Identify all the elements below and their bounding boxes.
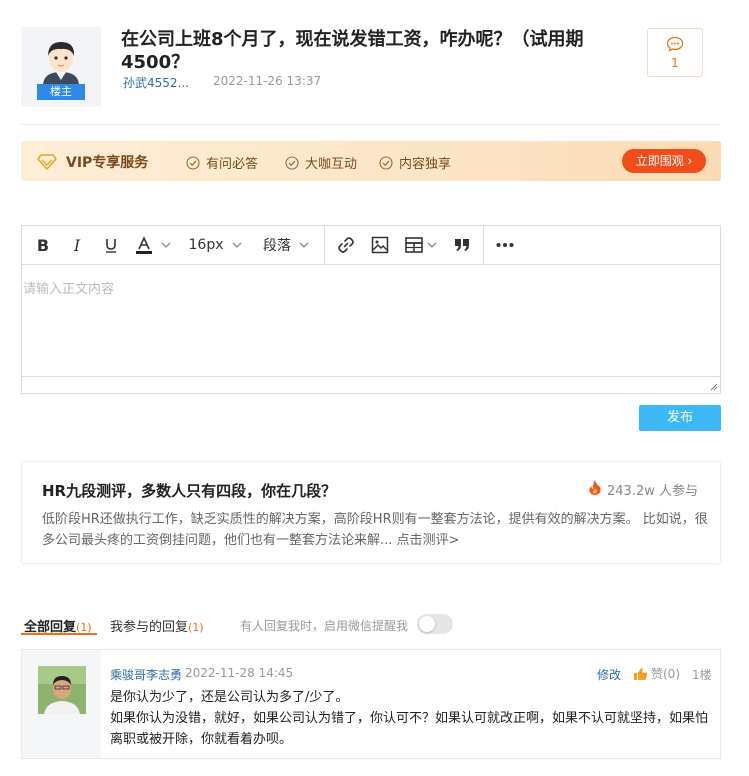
- resize-handle-icon[interactable]: [708, 381, 718, 391]
- table-icon: [405, 237, 423, 253]
- quote-icon: [455, 239, 469, 251]
- reply-line: 是你认为少了，还是公司认为多了/少了。: [110, 690, 349, 705]
- font-color-icon: [136, 236, 152, 254]
- post-author[interactable]: 孙武4552...: [123, 74, 189, 91]
- toggle-knob: [419, 616, 435, 632]
- bold-button[interactable]: B: [28, 226, 58, 264]
- editor-footer-line: [22, 376, 720, 377]
- tab-mine-count: (1): [188, 621, 204, 634]
- editor-placeholder: 请输入正文内容: [23, 282, 115, 297]
- paragraph-select[interactable]: 段落: [254, 226, 318, 264]
- vip-feature-3: 内容独享: [379, 153, 451, 172]
- toolbar-separator: [324, 226, 325, 264]
- more-icon: [496, 243, 514, 247]
- vip-diamond-icon: [37, 154, 57, 170]
- underline-icon: [106, 239, 116, 253]
- italic-button[interactable]: I: [62, 226, 92, 264]
- link-button[interactable]: [330, 226, 362, 264]
- post-time: 2022-11-26 13:37: [213, 74, 322, 88]
- check-circle-icon: [285, 155, 299, 170]
- tab-mine-label: 我参与的回复: [110, 620, 189, 635]
- author-avatar[interactable]: [37, 36, 85, 86]
- reply-floor-number: 1楼: [692, 668, 712, 682]
- edit-reply-link[interactable]: 修改: [597, 666, 621, 683]
- chevron-down-icon: [161, 242, 171, 248]
- editor-content-area[interactable]: [22, 266, 720, 376]
- reply-author-name[interactable]: 乘骏哥李志勇: [110, 666, 182, 683]
- editor-toolbar: B I 16px 段落: [22, 226, 720, 265]
- underline-button[interactable]: [96, 226, 126, 264]
- font-size-select[interactable]: 16px: [184, 226, 246, 264]
- wechat-reminder-label: 有人回复我时，启用微信提醒我: [240, 619, 409, 633]
- font-size-value: 16px: [188, 237, 224, 253]
- quote-button[interactable]: [446, 226, 478, 264]
- tab-my-replies[interactable]: 我参与的回复(1): [110, 616, 204, 635]
- more-button[interactable]: [489, 226, 521, 264]
- chevron-down-icon: [299, 242, 309, 248]
- image-icon: [371, 236, 389, 254]
- assessment-title[interactable]: HR九段测评，多数人只有四段，你在几段？: [42, 480, 336, 501]
- chevron-down-icon: [427, 242, 437, 248]
- vip-feature-label: 内容独享: [399, 157, 452, 172]
- vip-feature-label: 有问必答: [206, 157, 259, 172]
- reply-content: 是你认为少了，还是公司认为多了/少了。 如果你认为没错，就好，如果公司认为错了，…: [110, 687, 718, 750]
- active-tab-indicator: [21, 633, 97, 635]
- paragraph-value: 段落: [263, 238, 291, 254]
- image-button[interactable]: [364, 226, 396, 264]
- toolbar-separator: [483, 226, 484, 264]
- publish-button[interactable]: 发布: [639, 405, 721, 431]
- comment-icon: [666, 36, 684, 52]
- vip-feature-2: 大咖互动: [285, 153, 357, 172]
- font-color-button[interactable]: [130, 226, 176, 264]
- header-divider: [21, 124, 721, 125]
- vip-feature-1: 有问必答: [186, 153, 258, 172]
- chevron-down-icon: [232, 242, 241, 248]
- reply-line: 如果你认为没错，就好，如果公司认为错了，你认可不？如果认可就改正啊，如果不认可就…: [110, 711, 709, 747]
- fire-icon: [589, 480, 601, 495]
- vip-feature-label: 大咖互动: [305, 157, 358, 172]
- like-count: 赞(0): [651, 667, 680, 681]
- wechat-reminder-toggle[interactable]: [417, 614, 453, 634]
- like-button[interactable]: 赞(0): [633, 665, 680, 682]
- check-circle-icon: [186, 155, 200, 170]
- comment-count: 1: [671, 56, 679, 70]
- thumbs-up-icon: [634, 667, 648, 680]
- reply-time: 2022-11-28 14:45: [185, 666, 294, 680]
- table-button[interactable]: [400, 226, 442, 264]
- link-icon: [338, 237, 354, 253]
- owner-badge: 楼主: [37, 84, 85, 100]
- vip-watch-button[interactable]: 立即围观 ›: [622, 149, 706, 173]
- reply-author-avatar[interactable]: [38, 666, 86, 714]
- vip-title: VIP专享服务: [66, 155, 149, 171]
- post-title: 在公司上班8个月了，现在说发错工资，咋办呢？（试用期4500？: [121, 29, 584, 73]
- check-circle-icon: [379, 155, 393, 170]
- assessment-participants: 243.2w 人参与: [607, 484, 698, 499]
- assessment-description[interactable]: 低阶段HR还做执行工作，缺乏实质性的解决方案，高阶段HR则有一整套方法论，提供有…: [42, 509, 717, 551]
- comment-count-button[interactable]: 1: [647, 28, 703, 77]
